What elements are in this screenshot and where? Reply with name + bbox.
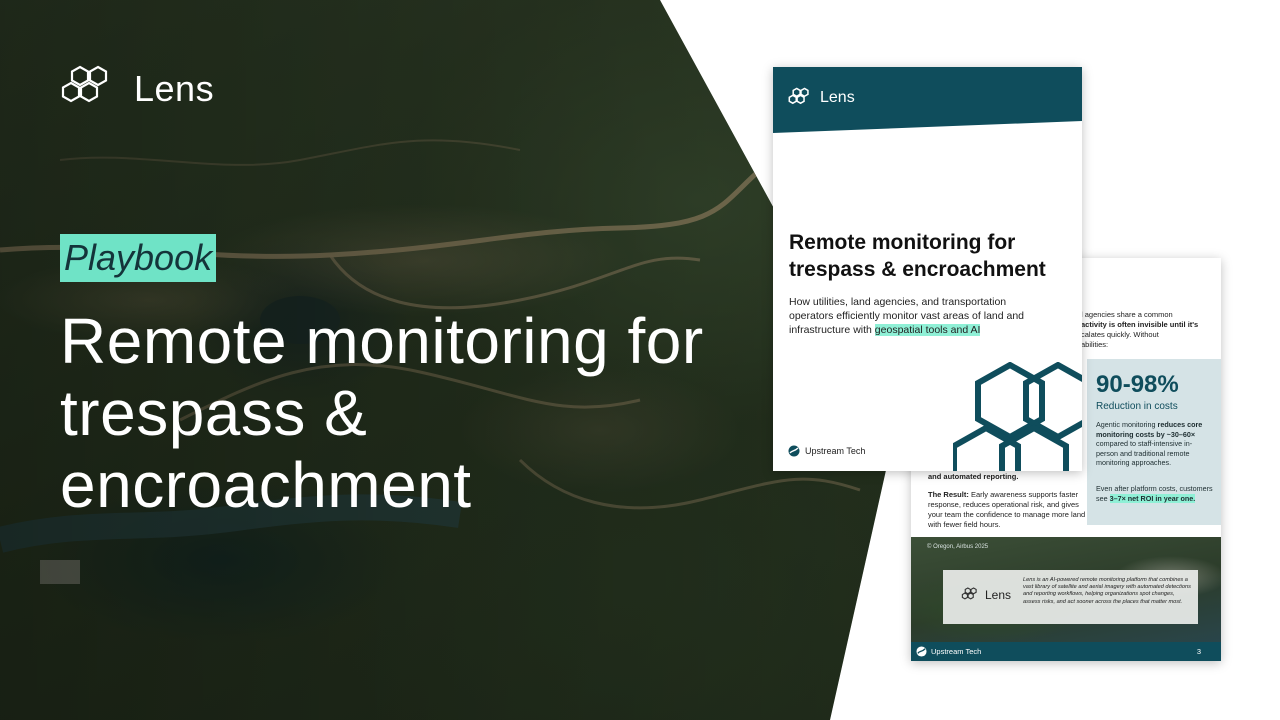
lens-info-card: Lens Lens is an AI-powered remote monito… <box>943 570 1198 624</box>
page-intro-text: l agencies share a common activity is of… <box>1081 310 1216 350</box>
stat-body-suffix: compared to staff-intensive in-person an… <box>1096 439 1193 467</box>
stat-body-prefix: Agentic monitoring <box>1096 420 1156 429</box>
brand-name: Lens <box>134 68 215 109</box>
footer-brand: Upstream Tech <box>916 646 981 657</box>
brand-logo: Lens <box>60 64 214 114</box>
cover-footer-company: Upstream Tech <box>805 446 866 456</box>
cover-subtitle: How utilities, land agencies, and transp… <box>789 295 1039 337</box>
upstream-tech-logo-icon <box>788 445 800 457</box>
hexagon-cluster-icon <box>61 65 108 103</box>
stat-label: Reduction in costs <box>1096 401 1178 412</box>
intro-line: abilities: <box>1081 340 1109 349</box>
stat-callout: 90-98% Reduction in costs Agentic monito… <box>1087 359 1221 525</box>
cover-brand: Lens <box>788 87 855 109</box>
playbook-tag: Playbook <box>60 234 217 282</box>
card-brand: Lens <box>961 587 1011 603</box>
reporting-line: and automated reporting. <box>928 472 1019 481</box>
roi-text: Even after platform costs, customers see… <box>1096 484 1214 503</box>
hexagon-cluster-icon <box>788 87 809 105</box>
hexagon-cluster-icon <box>961 587 977 600</box>
hexagon-pattern-graphic <box>953 362 1082 471</box>
card-brand-name: Lens <box>985 588 1012 602</box>
stat-description: Agentic monitoring reduces core monitori… <box>1096 420 1214 468</box>
result-section: and automated reporting. The Result: Ear… <box>928 472 1088 530</box>
cover-subtitle-highlight: geospatial tools and AI <box>874 324 981 336</box>
cover-brand-name: Lens <box>820 89 855 106</box>
document-cover-page: Lens Remote monitoring for trespass & en… <box>773 67 1082 471</box>
result-label: The Result: <box>928 490 969 499</box>
cover-footer: Upstream Tech <box>788 445 865 457</box>
roi-highlight: 3–7× net ROI in year one. <box>1109 493 1196 503</box>
stat-value: 90-98% <box>1096 371 1179 398</box>
page-footer: Upstream Tech 3 <box>911 642 1221 661</box>
upstream-tech-logo-icon <box>916 646 927 657</box>
footer-company: Upstream Tech <box>931 647 982 656</box>
intro-line: l agencies share a common <box>1081 310 1173 319</box>
intro-line: calates quickly. Without <box>1081 330 1159 339</box>
cover-title: Remote monitoring for trespass & encroac… <box>789 231 1046 281</box>
page-title: Remote monitoring for trespass & encroac… <box>60 305 704 521</box>
card-description: Lens is an AI-powered remote monitoring … <box>1023 577 1191 605</box>
photo-credit: © Oregon, Airbus 2025 <box>927 544 989 550</box>
page-number: 3 <box>1196 647 1201 656</box>
intro-line: activity is often invisible until it's <box>1081 320 1199 329</box>
